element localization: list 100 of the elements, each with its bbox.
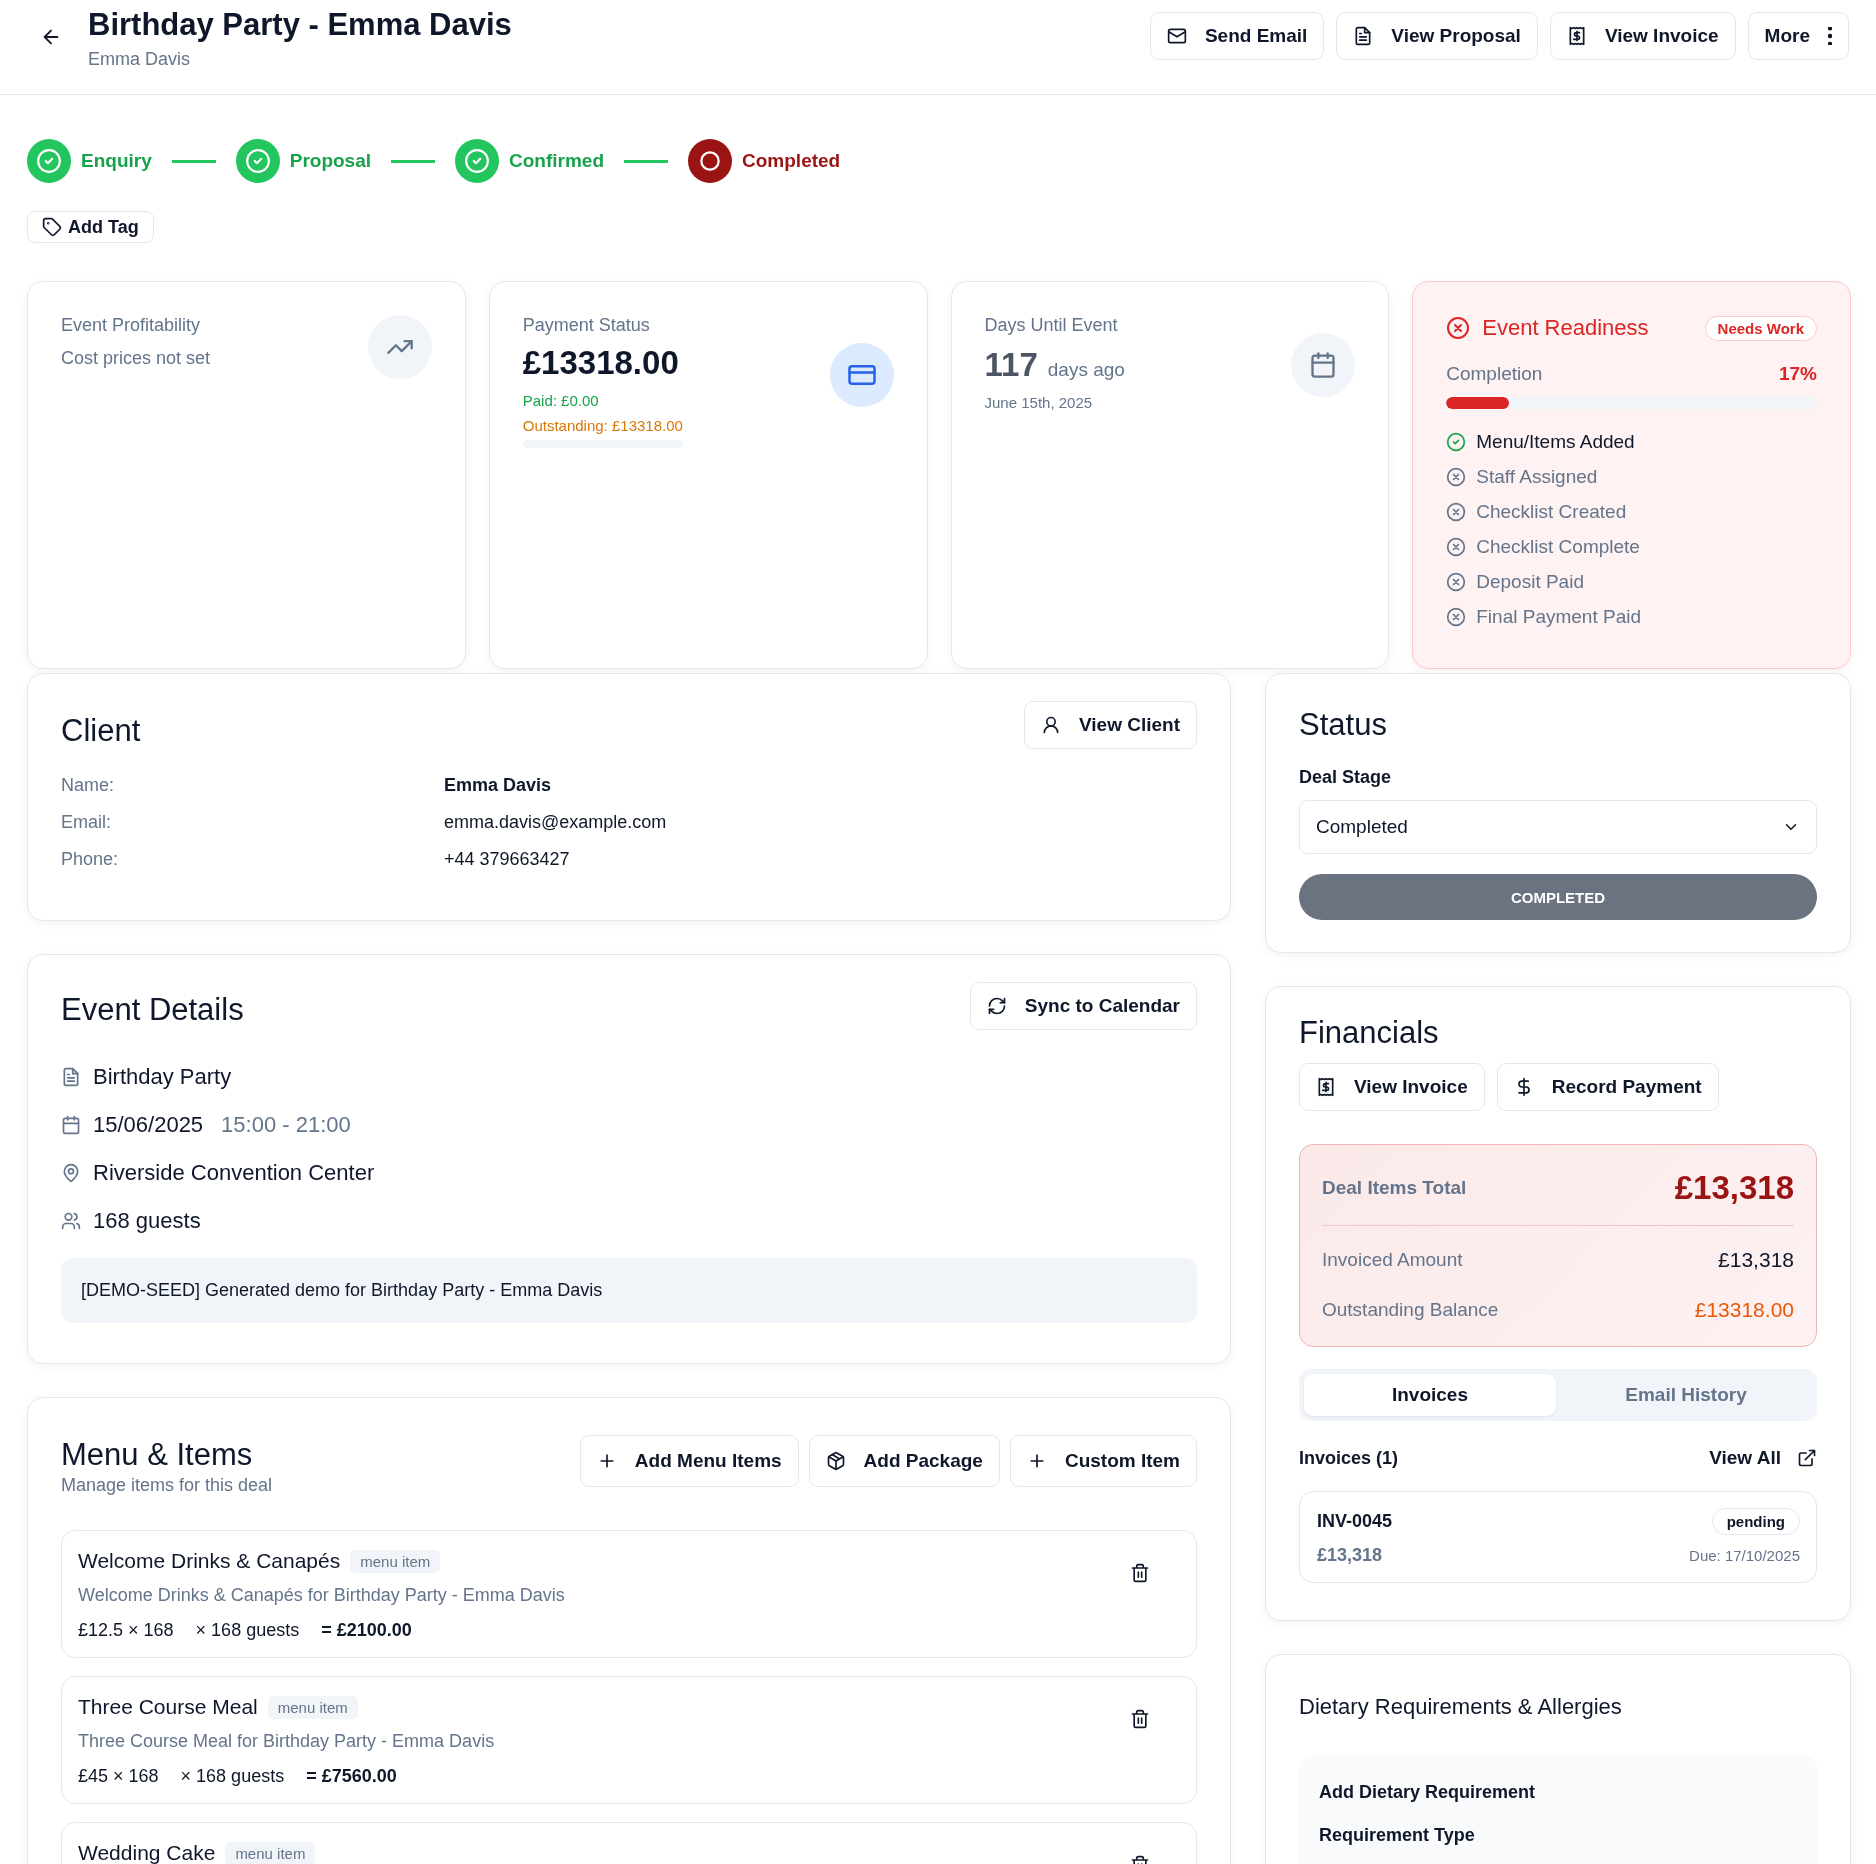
invoice-icon xyxy=(1316,1077,1336,1097)
summary-label: Outstanding Balance xyxy=(1322,1299,1499,1321)
stage-label: Confirmed xyxy=(509,150,605,172)
completion-value: 17% xyxy=(1778,363,1817,385)
external-link-icon xyxy=(1797,1448,1817,1468)
stage-label: Completed xyxy=(742,150,841,172)
deal-stage-select[interactable]: Completed xyxy=(1299,800,1817,854)
section-title: Event Details xyxy=(61,992,244,1028)
stage-badge: COMPLETED xyxy=(1299,874,1817,920)
people-icon xyxy=(61,1211,81,1231)
location-pin-icon xyxy=(61,1163,81,1183)
item-name: Welcome Drinks & Canapés xyxy=(78,1549,341,1573)
header-action-button[interactable]: Send Email xyxy=(1149,12,1325,60)
invoice-amount: £13,318 xyxy=(1317,1545,1384,1566)
section-title: Status xyxy=(1299,707,1387,742)
field-label: Deal Stage xyxy=(1299,767,1393,788)
section-subtitle: Manage items for this deal xyxy=(61,1475,273,1496)
checklist-label: Final Payment Paid xyxy=(1476,606,1641,628)
page-subtitle: Emma Davis xyxy=(88,49,191,71)
completion-label: Completion xyxy=(1446,363,1543,385)
item-total: = £7560.00 xyxy=(306,1766,397,1787)
item-type-badge: menu item xyxy=(267,1695,358,1719)
more-icon xyxy=(1828,27,1832,45)
view-all-link[interactable]: View All xyxy=(1709,1447,1817,1469)
sync-calendar-button[interactable]: Sync to Calendar xyxy=(969,982,1197,1030)
add-tag-button[interactable]: Add Tag xyxy=(27,211,154,243)
guest-count: 168 guests xyxy=(93,1208,201,1234)
item-price: £12.5 × 168 xyxy=(78,1620,174,1641)
trash-icon xyxy=(1130,1563,1150,1583)
user-icon xyxy=(1041,715,1061,735)
item-guests: × 168 guests xyxy=(180,1766,285,1787)
tab[interactable]: Email History xyxy=(1560,1374,1812,1416)
item-name: Wedding Cake xyxy=(78,1841,216,1864)
menu-action-button[interactable]: Add Package xyxy=(808,1435,1000,1487)
finance-action-button[interactable]: Record Payment xyxy=(1496,1063,1719,1111)
field-value: Emma Davis xyxy=(444,775,553,796)
document-icon xyxy=(1353,26,1374,46)
stage-label: Enquiry xyxy=(81,150,152,172)
stage-label: Proposal xyxy=(289,150,372,172)
card-title: Event Readiness xyxy=(1482,315,1650,341)
card-title: Event Profitability xyxy=(61,315,202,336)
card-title: Payment Status xyxy=(522,315,651,336)
event-date: June 15th, 2025 xyxy=(984,394,1094,411)
event-time: 15:00 - 21:00 xyxy=(221,1112,351,1138)
invoice-number: INV-0045 xyxy=(1317,1511,1394,1532)
event-note: [DEMO-SEED] Generated demo for Birthday Party - Emma Davis xyxy=(61,1258,1197,1323)
invoice-card[interactable]: INV-0045 pending £13,318 Due: 17/10/2025 xyxy=(1299,1491,1817,1583)
summary-label: Deal Items Total xyxy=(1322,1177,1467,1199)
field-label: Phone: xyxy=(61,849,120,870)
menu-action-button[interactable]: Add Menu Items xyxy=(579,1435,799,1487)
event-venue: Riverside Convention Center xyxy=(93,1160,375,1186)
event-date: 15/06/2025 xyxy=(93,1112,204,1138)
event-type: Birthday Party xyxy=(93,1064,232,1090)
card-note: Cost prices not set xyxy=(61,348,211,369)
item-price: £45 × 168 xyxy=(78,1766,159,1787)
more-button[interactable]: More xyxy=(1747,12,1849,60)
checklist-label: Deposit Paid xyxy=(1476,571,1584,593)
field-value: emma.davis@example.com xyxy=(444,812,668,833)
card-title: Days Until Event xyxy=(984,315,1119,336)
outstanding-amount: Outstanding: £13318.00 xyxy=(522,417,683,434)
page-title: Birthday Party - Emma Davis xyxy=(88,6,513,44)
invoiced-amount: £13,318 xyxy=(1718,1248,1794,1272)
finance-action-button[interactable]: View Invoice xyxy=(1299,1063,1485,1111)
field-label: Name: xyxy=(61,775,115,796)
field-label: Email: xyxy=(61,812,112,833)
invoice-due-date: Due: 17/10/2025 xyxy=(1689,1547,1800,1564)
section-title: Financials xyxy=(1299,1015,1439,1050)
summary-label: Invoiced Amount xyxy=(1322,1249,1463,1271)
checklist-label: Menu/Items Added xyxy=(1476,431,1635,453)
package-icon xyxy=(825,1451,846,1471)
item-type-badge: menu item xyxy=(350,1549,441,1573)
x-circle-icon xyxy=(1446,316,1471,340)
tag-icon xyxy=(42,217,62,237)
outstanding-balance: £13318.00 xyxy=(1694,1298,1794,1322)
view-client-button[interactable]: View Client xyxy=(1024,701,1197,749)
item-guests: × 168 guests xyxy=(195,1620,300,1641)
tab[interactable]: Invoices xyxy=(1304,1374,1556,1416)
deal-total: £13,318 xyxy=(1674,1169,1794,1207)
field-label: Requirement Type xyxy=(1319,1825,1476,1846)
header-action-button[interactable]: View Invoice xyxy=(1549,12,1736,60)
item-description: Three Course Meal for Birthday Party - Emma Davis xyxy=(78,1731,495,1752)
item-name: Three Course Meal xyxy=(78,1695,258,1719)
refresh-icon xyxy=(986,996,1007,1016)
section-title: Client xyxy=(61,713,141,749)
document-icon xyxy=(61,1067,81,1087)
form-title: Add Dietary Requirement xyxy=(1319,1782,1537,1803)
section-title: Menu & Items xyxy=(61,1437,254,1473)
mail-icon xyxy=(1166,26,1187,46)
calendar-icon xyxy=(61,1115,81,1135)
checklist-label: Staff Assigned xyxy=(1476,466,1598,488)
header-action-button[interactable]: View Proposal xyxy=(1336,12,1538,60)
status-badge: Needs Work xyxy=(1704,315,1817,341)
trash-icon xyxy=(1130,1709,1150,1729)
menu-action-button[interactable]: Custom Item xyxy=(1009,1435,1197,1487)
item-description: Welcome Drinks & Canapés for Birthday Party - Emma Davis xyxy=(78,1585,565,1606)
days-count: 117 xyxy=(984,346,1038,384)
days-unit: days ago xyxy=(1047,359,1125,381)
checklist-label: Checklist Created xyxy=(1476,501,1627,523)
payment-amount: £13318.00 xyxy=(522,344,680,382)
item-total: = £2100.00 xyxy=(321,1620,412,1641)
